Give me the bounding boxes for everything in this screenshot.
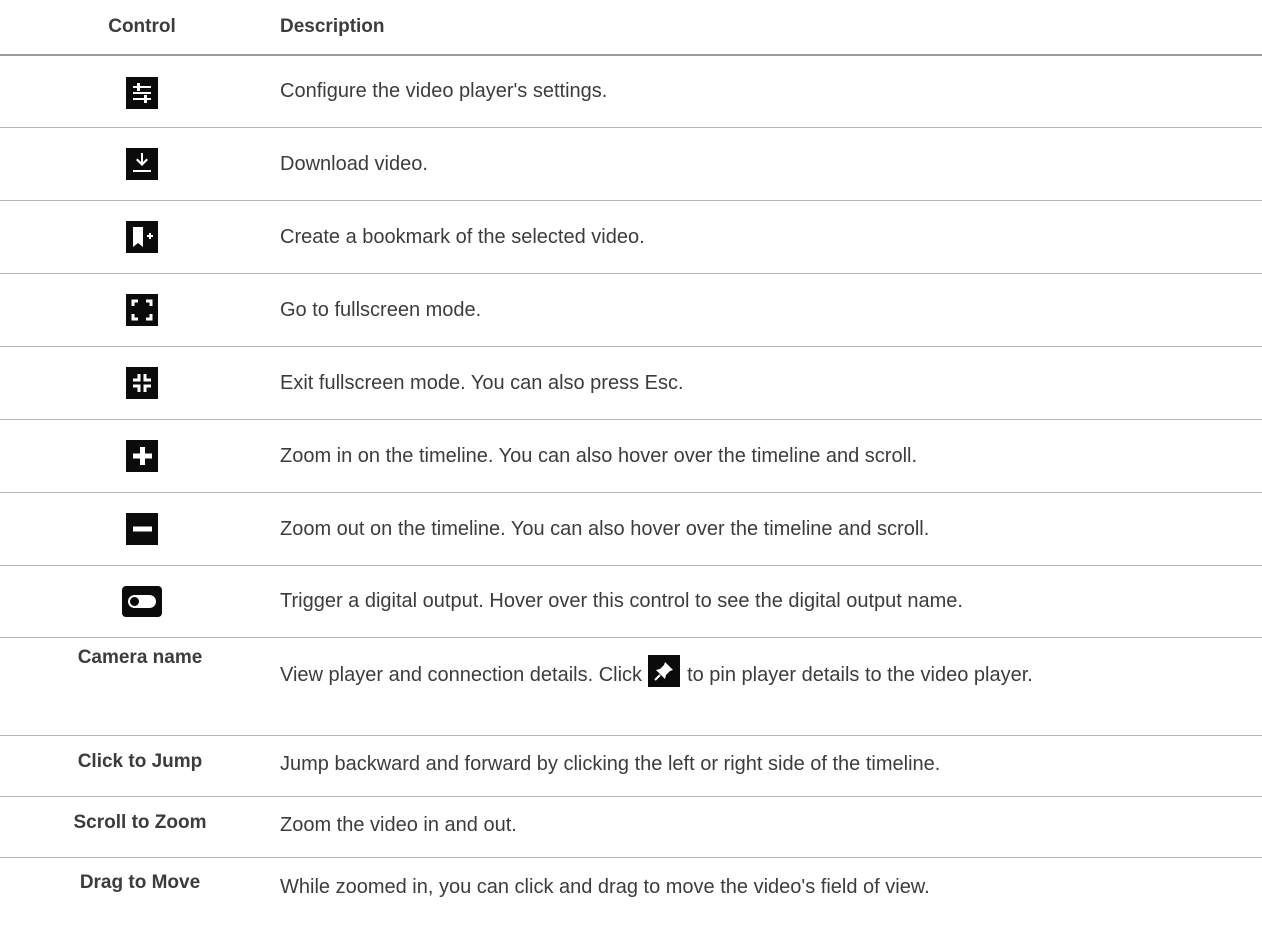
row-description: View player and connection details. Clic… [280,655,1222,691]
table-row: Create a bookmark of the selected video. [0,201,1262,274]
download-icon [126,148,158,180]
row-description: Zoom in on the timeline. You can also ho… [280,445,918,467]
row-description: Jump backward and forward by clicking th… [280,753,941,775]
row-description: Zoom out on the timeline. You can also h… [280,518,930,540]
row-description: Go to fullscreen mode. [280,299,482,321]
table-header: Control Description [0,0,1262,56]
table-row: Go to fullscreen mode. [0,274,1262,347]
control-label: Camera name [77,647,203,668]
table-row: Configure the video player's settings. [0,56,1262,128]
header-description: Description [280,16,385,37]
minus-icon [126,513,158,545]
table-row: Exit fullscreen mode. You can also press… [0,347,1262,420]
row-description: Exit fullscreen mode. You can also press… [280,372,684,394]
row-description: While zoomed in, you can click and drag … [280,876,930,898]
plus-icon [126,440,158,472]
control-label: Scroll to Zoom [73,812,207,833]
row-description: Trigger a digital output. Hover over thi… [280,590,963,612]
pin-icon[interactable] [648,655,681,687]
table-row: Zoom in on the timeline. You can also ho… [0,420,1262,493]
fullscreen-icon [126,294,158,326]
description-text: View player and connection details. Clic… [280,664,643,686]
header-control: Control [108,16,176,37]
toggle-icon [122,586,162,617]
exit-fullscreen-icon [126,367,158,399]
row-description: Configure the video player's settings. [280,80,608,102]
table-row: Click to Jump Jump backward and forward … [0,736,1262,797]
table-row: Zoom out on the timeline. You can also h… [0,493,1262,566]
description-text: to pin player details to the video playe… [687,664,1033,686]
row-description: Create a bookmark of the selected video. [280,226,645,248]
controls-table: Control Description Configure the video … [0,0,1262,920]
table-row: Download video. [0,128,1262,201]
table-row: Trigger a digital output. Hover over thi… [0,566,1262,638]
table-row: Camera name View player and connection d… [0,638,1262,736]
table-row: Drag to Move While zoomed in, you can cl… [0,858,1262,920]
table-row: Scroll to Zoom Zoom the video in and out… [0,797,1262,858]
row-description: Zoom the video in and out. [280,814,517,836]
bookmark-add-icon [126,221,158,253]
row-description: Download video. [280,153,428,175]
sliders-icon [126,77,158,109]
control-label: Drag to Move [79,872,201,893]
control-label: Click to Jump [77,751,203,772]
